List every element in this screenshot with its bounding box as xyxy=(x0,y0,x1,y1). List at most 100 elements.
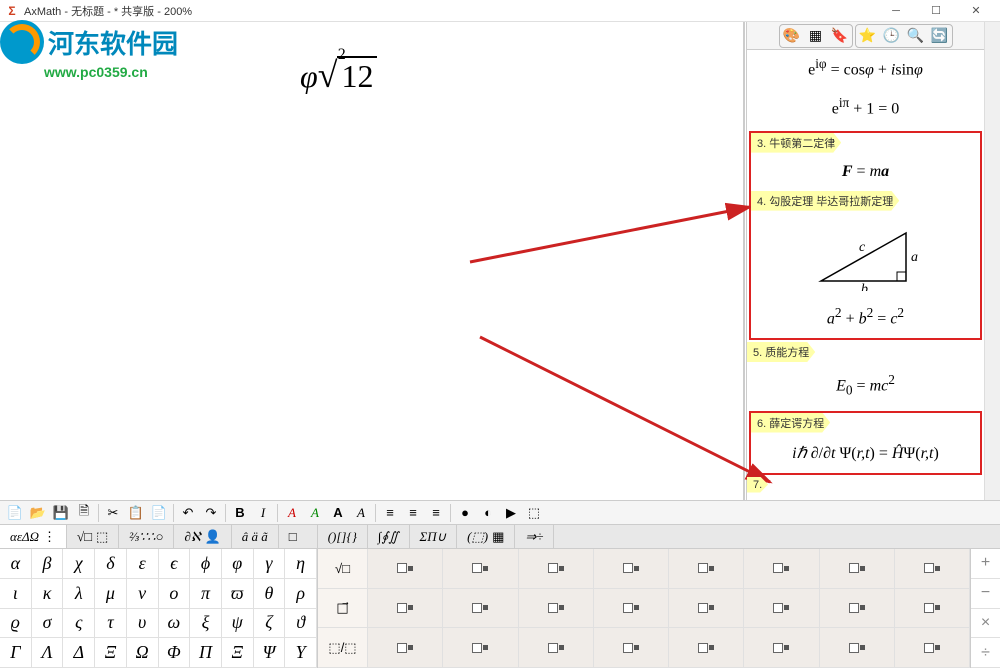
scrollbar[interactable] xyxy=(984,22,1000,500)
minimize-button[interactable]: ─ xyxy=(876,0,916,22)
category-tab[interactable]: ⅔∵∴○ xyxy=(119,525,174,548)
color-button[interactable]: ● xyxy=(454,503,476,523)
play-button[interactable]: ▶ xyxy=(500,503,522,523)
greek-symbol[interactable]: φ xyxy=(222,549,254,579)
template-cell[interactable] xyxy=(443,589,518,629)
template-head[interactable]: ⬚/⬚ xyxy=(318,628,368,668)
grid-icon[interactable]: ▦ xyxy=(804,25,828,47)
template-cell[interactable] xyxy=(820,549,895,589)
greek-symbol[interactable]: ρ xyxy=(285,579,317,609)
font-a3[interactable]: A xyxy=(327,503,349,523)
category-tab[interactable]: □⃗ xyxy=(279,525,318,548)
greek-symbol[interactable]: ϕ xyxy=(190,549,222,579)
refresh-icon[interactable]: 🔄 xyxy=(928,25,952,47)
template-cell[interactable] xyxy=(895,628,970,668)
current-formula[interactable]: φ2√12 xyxy=(300,54,377,96)
greek-symbol[interactable]: κ xyxy=(32,579,64,609)
star-icon[interactable]: ⭐ xyxy=(856,25,880,47)
new-button[interactable]: 📄 xyxy=(4,503,26,523)
greek-symbol[interactable]: Ξ xyxy=(222,638,254,668)
greek-symbol[interactable]: π xyxy=(190,579,222,609)
formula-item[interactable]: 5. 质能方程E0 = mc2 xyxy=(747,342,984,409)
category-tab[interactable]: ⇒÷ xyxy=(515,525,554,548)
greek-symbol[interactable]: γ xyxy=(254,549,286,579)
greek-symbol[interactable]: σ xyxy=(32,609,64,639)
template-cell[interactable] xyxy=(368,628,443,668)
bold-button[interactable]: B xyxy=(229,503,251,523)
template-cell[interactable] xyxy=(744,549,819,589)
open-button[interactable]: 📂 xyxy=(27,503,49,523)
close-button[interactable]: ✕ xyxy=(956,0,996,22)
template-cell[interactable] xyxy=(744,628,819,668)
template-cell[interactable] xyxy=(744,589,819,629)
greek-symbol[interactable]: μ xyxy=(95,579,127,609)
greek-symbol[interactable]: ϱ xyxy=(0,609,32,639)
template-cell[interactable] xyxy=(443,549,518,589)
category-tab[interactable]: ()[]{} xyxy=(318,525,368,548)
font-a1[interactable]: A xyxy=(281,503,303,523)
template-cell[interactable] xyxy=(669,549,744,589)
greek-symbol[interactable]: θ xyxy=(254,579,286,609)
greek-symbol[interactable]: ϖ xyxy=(222,579,254,609)
category-tab[interactable]: ∫∮∬ xyxy=(368,525,410,548)
save-button[interactable]: 💾 xyxy=(50,503,72,523)
formula-item[interactable]: eiπ + 1 = 0 xyxy=(747,89,984,128)
cut-button[interactable]: ✂ xyxy=(102,503,124,523)
greek-symbol[interactable]: ς xyxy=(63,609,95,639)
formula-item[interactable]: 7.1 + 1 = 2 xyxy=(747,477,984,501)
greek-symbol[interactable]: χ xyxy=(63,549,95,579)
greek-symbol[interactable]: Ξ xyxy=(95,638,127,668)
greek-symbol[interactable]: Φ xyxy=(159,638,191,668)
paste-button[interactable]: 📄 xyxy=(148,503,170,523)
formula-item[interactable]: 4. 勾股定理 毕达哥拉斯定理 c a b a2 + b2 = c2 xyxy=(751,191,980,338)
template-head[interactable]: √□ xyxy=(318,549,368,589)
greek-symbol[interactable]: ω xyxy=(159,609,191,639)
greek-symbol[interactable]: Υ xyxy=(285,638,317,668)
greek-symbol[interactable]: τ xyxy=(95,609,127,639)
operator-button[interactable]: + xyxy=(971,549,1000,579)
operator-button[interactable]: − xyxy=(971,579,1000,609)
greek-symbol[interactable]: ζ xyxy=(254,609,286,639)
redo-button[interactable]: ↷ xyxy=(200,503,222,523)
category-tab[interactable]: â ä ã xyxy=(232,525,279,548)
template-cell[interactable] xyxy=(368,549,443,589)
greek-symbol[interactable]: β xyxy=(32,549,64,579)
template-cell[interactable] xyxy=(443,628,518,668)
greek-symbol[interactable]: υ xyxy=(127,609,159,639)
template-cell[interactable] xyxy=(519,628,594,668)
template-cell[interactable] xyxy=(594,549,669,589)
greek-symbol[interactable]: ϵ xyxy=(159,549,191,579)
template-cell[interactable] xyxy=(519,549,594,589)
template-cell[interactable] xyxy=(820,589,895,629)
copy-button[interactable]: 📋 xyxy=(125,503,147,523)
greek-symbol[interactable]: ι xyxy=(0,579,32,609)
template-cell[interactable] xyxy=(368,589,443,629)
formula-item[interactable]: 6. 薛定谔方程iℏ ∂/∂t Ψ(r,t) = ĤΨ(r,t) xyxy=(751,413,980,473)
template-cell[interactable] xyxy=(820,628,895,668)
clock-icon[interactable]: 🕒 xyxy=(880,25,904,47)
operator-button[interactable]: × xyxy=(971,609,1000,639)
greek-symbol[interactable]: Π xyxy=(190,638,222,668)
greek-symbol[interactable]: η xyxy=(285,549,317,579)
align-right-button[interactable]: ≡ xyxy=(425,503,447,523)
template-cell[interactable] xyxy=(669,589,744,629)
greek-symbol[interactable]: ψ xyxy=(222,609,254,639)
category-tab[interactable]: αεΔΩ⋮ xyxy=(0,525,67,548)
greek-symbol[interactable]: ν xyxy=(127,579,159,609)
editor-canvas[interactable]: φ2√12 xyxy=(0,22,744,500)
category-tab[interactable]: ∂ℵ👤 xyxy=(174,525,231,548)
italic-button[interactable]: I xyxy=(252,503,274,523)
maximize-button[interactable]: ☐ xyxy=(916,0,956,22)
greek-symbol[interactable]: Ω xyxy=(127,638,159,668)
greek-symbol[interactable]: ϑ xyxy=(285,609,317,639)
template-cell[interactable] xyxy=(594,628,669,668)
template-cell[interactable] xyxy=(594,589,669,629)
font-a4[interactable]: A xyxy=(350,503,372,523)
palette-icon[interactable]: 🎨 xyxy=(780,25,804,47)
align-left-button[interactable]: ≡ xyxy=(379,503,401,523)
operator-button[interactable]: ÷ xyxy=(971,638,1000,668)
bookmark-icon[interactable]: 🔖 xyxy=(828,25,852,47)
template-head[interactable]: □⃗ xyxy=(318,589,368,629)
greek-symbol[interactable]: Λ xyxy=(32,638,64,668)
category-tab[interactable]: (⬚)▦ xyxy=(457,525,515,548)
